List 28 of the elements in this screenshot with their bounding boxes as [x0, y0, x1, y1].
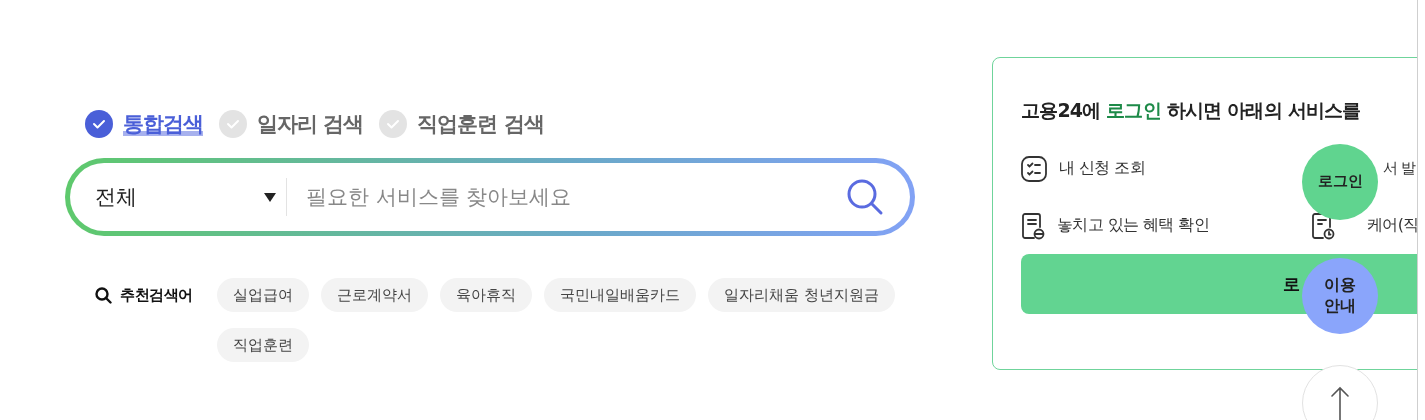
card-heading: 고용24에 로그인 하시면 아래의 서비스를 [1021, 98, 1362, 123]
keyword-chip[interactable]: 국민내일배움카드 [544, 278, 696, 312]
search-icon [95, 286, 112, 304]
search-button[interactable] [846, 178, 884, 216]
document-icon [1021, 211, 1045, 240]
search-icon [846, 178, 884, 216]
document-icon [1311, 211, 1335, 240]
service-link[interactable]: 내 신청 조회 [1059, 158, 1145, 179]
keyword-chip[interactable]: 직업훈련 [217, 328, 309, 362]
keyword-chip[interactable]: 육아휴직 [440, 278, 532, 312]
recommended-label: 추천검색어 [120, 285, 193, 305]
service-link[interactable]: 놓치고 있는 혜택 확인 [1057, 215, 1210, 236]
scope-dropdown[interactable]: 전체 [95, 178, 287, 216]
search-tab[interactable]: 일자리 검색 [219, 110, 364, 138]
keyword-chip[interactable]: 일자리채움 청년지원금 [708, 278, 895, 312]
scroll-top-quick-menu[interactable] [1302, 365, 1378, 420]
caret-icon [264, 192, 276, 202]
search-tab[interactable]: 통합검색 [85, 110, 203, 138]
keyword-chip[interactable]: 근로계약서 [321, 278, 428, 312]
check-icon [219, 110, 247, 138]
check-icon [85, 110, 113, 138]
arrow-up-icon [1330, 386, 1350, 420]
keyword-chip[interactable]: 실업급여 [217, 278, 309, 312]
search-tab[interactable]: 직업훈련 검색 [379, 110, 544, 138]
service-link[interactable]: 서 발 [1383, 159, 1415, 178]
checklist-icon [1021, 155, 1047, 182]
search-field[interactable]: 필요한 서비스를 찾아보세요 [304, 184, 846, 210]
check-icon [379, 110, 408, 138]
